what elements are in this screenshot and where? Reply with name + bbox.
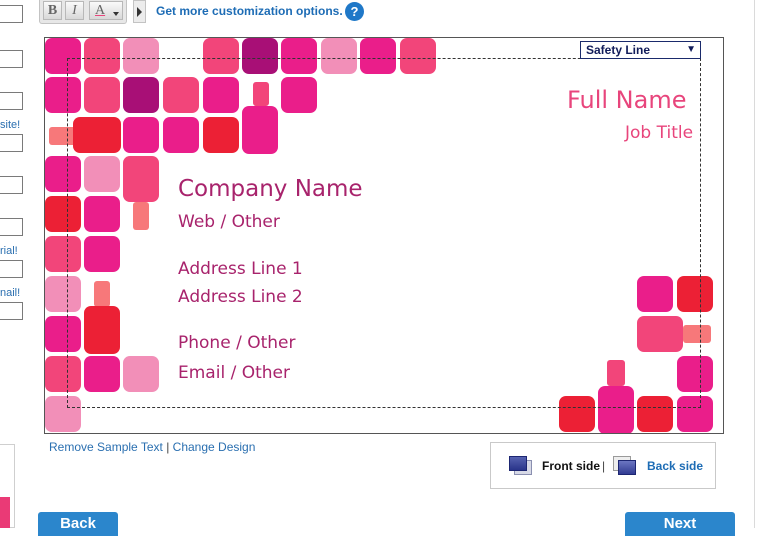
toolbar-expand-button[interactable] xyxy=(133,0,146,23)
chevron-down-icon: ▼ xyxy=(686,44,696,55)
job-title-text[interactable]: Job Title xyxy=(625,123,693,143)
address-line-1-text[interactable]: Address Line 1 xyxy=(178,259,303,279)
decor-tile xyxy=(45,38,81,74)
front-side-button[interactable]: Front side xyxy=(542,459,600,473)
form-input[interactable] xyxy=(0,92,23,110)
phone-text[interactable]: Phone / Other xyxy=(178,333,295,353)
full-name-text[interactable]: Full Name xyxy=(567,86,686,114)
form-input[interactable] xyxy=(0,134,23,152)
business-card-canvas[interactable]: Safety Line ▼ Full Name Job Title Compan… xyxy=(44,37,724,434)
company-name-text[interactable]: Company Name xyxy=(178,176,363,202)
form-input[interactable] xyxy=(0,50,23,68)
link-separator: | xyxy=(166,440,170,454)
bold-button[interactable]: B xyxy=(43,1,62,20)
form-hint-text: rial! xyxy=(0,245,18,257)
decor-tile xyxy=(400,38,436,74)
decor-tile xyxy=(45,156,81,192)
decor-tile xyxy=(45,316,81,352)
decor-tile xyxy=(637,276,673,312)
polish-bottle xyxy=(598,386,634,433)
bottle-cap xyxy=(607,360,625,386)
decor-tile xyxy=(559,396,595,432)
decor-tile xyxy=(45,196,81,232)
chevron-down-icon xyxy=(113,12,119,16)
card-actions: Remove Sample Text | Change Design xyxy=(49,440,255,454)
safety-line-label: Safety Line xyxy=(586,43,651,57)
panel-divider xyxy=(754,0,755,528)
decor-tile xyxy=(45,77,81,113)
decor-tile xyxy=(281,77,317,113)
decor-tile xyxy=(84,77,120,113)
back-side-button[interactable]: Back side xyxy=(647,459,703,473)
decor-tile xyxy=(123,38,159,74)
decor-tile xyxy=(203,38,239,74)
decor-tile xyxy=(637,396,673,432)
decor-tile xyxy=(321,38,357,74)
email-text[interactable]: Email / Other xyxy=(178,363,290,383)
polish-bottle xyxy=(637,316,683,352)
form-input[interactable] xyxy=(0,5,23,23)
color-swatch[interactable] xyxy=(0,497,10,528)
polish-bottle xyxy=(123,156,159,202)
decor-tile xyxy=(84,236,120,272)
form-hint-text: site! xyxy=(0,119,21,131)
decor-tile xyxy=(203,117,239,153)
decor-tile xyxy=(45,396,81,432)
front-side-icon[interactable] xyxy=(509,456,532,475)
decor-tile xyxy=(163,117,199,153)
decor-tile xyxy=(45,356,81,392)
form-hint-text: nail! xyxy=(0,287,21,299)
decor-tile xyxy=(123,117,159,153)
decor-tile xyxy=(677,356,713,392)
decor-tile xyxy=(163,77,199,113)
form-input[interactable] xyxy=(0,260,23,278)
decor-tile xyxy=(360,38,396,74)
decor-tile xyxy=(677,276,713,312)
decor-tile xyxy=(84,196,120,232)
decor-tile xyxy=(45,276,81,312)
decor-tile xyxy=(84,356,120,392)
decor-tile xyxy=(123,356,159,392)
side-separator: | xyxy=(602,459,606,473)
back-button[interactable]: Back xyxy=(38,512,118,536)
font-color-button[interactable]: A xyxy=(89,1,123,20)
customization-link[interactable]: Get more customization options. xyxy=(156,4,343,18)
decor-tile xyxy=(123,77,159,113)
next-button[interactable]: Next xyxy=(625,512,735,536)
safety-line-select[interactable]: Safety Line ▼ xyxy=(580,41,701,59)
form-input[interactable] xyxy=(0,176,23,194)
decor-tile xyxy=(203,77,239,113)
polish-bottle xyxy=(73,117,121,153)
side-switcher: Front side | Back side xyxy=(490,442,716,489)
help-icon[interactable]: ? xyxy=(345,2,364,21)
decor-tile xyxy=(84,156,120,192)
decor-tile xyxy=(45,236,81,272)
form-input[interactable] xyxy=(0,218,23,236)
font-color-label: A xyxy=(95,3,106,18)
bottle-cap xyxy=(253,82,269,106)
polish-bottle xyxy=(84,306,120,354)
decor-tile xyxy=(281,38,317,74)
bottle-cap xyxy=(133,202,149,230)
polish-bottle xyxy=(242,106,278,154)
text-format-toolbar: B I A xyxy=(39,0,127,24)
decor-tile xyxy=(242,38,278,74)
web-text[interactable]: Web / Other xyxy=(178,212,280,232)
back-side-icon[interactable] xyxy=(613,456,636,475)
remove-sample-text-link[interactable]: Remove Sample Text xyxy=(49,440,163,454)
italic-button[interactable]: I xyxy=(65,1,84,20)
address-line-2-text[interactable]: Address Line 2 xyxy=(178,287,303,307)
decor-tile xyxy=(84,38,120,74)
bottle-cap xyxy=(683,325,711,343)
decor-tile xyxy=(677,396,713,432)
form-input[interactable] xyxy=(0,302,23,320)
bottle-cap xyxy=(94,281,110,307)
change-design-link[interactable]: Change Design xyxy=(173,440,256,454)
